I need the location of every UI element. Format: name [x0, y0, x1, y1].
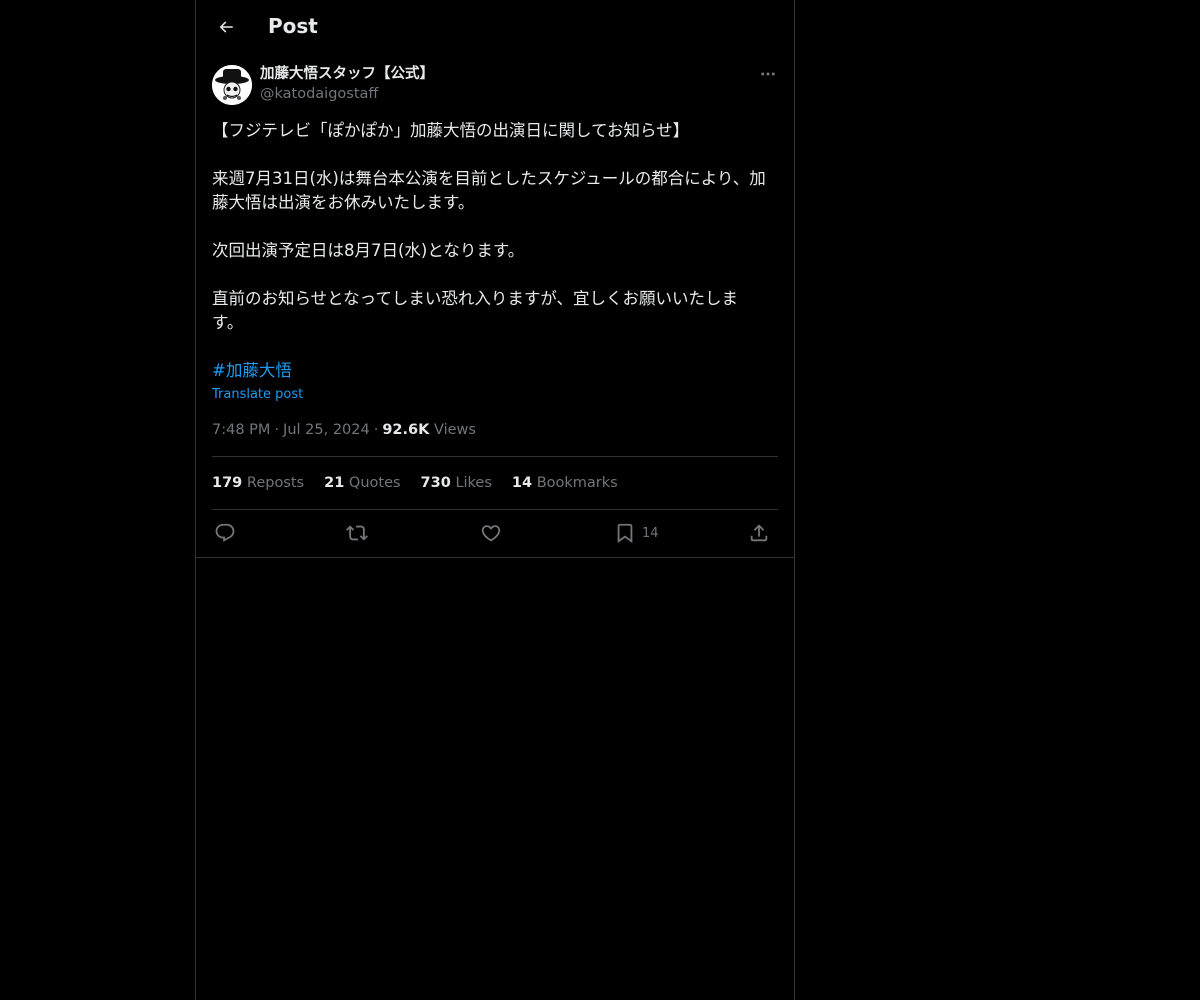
share-button[interactable] — [748, 520, 770, 546]
post-bottom-border — [196, 557, 794, 558]
back-arrow-icon — [219, 21, 233, 33]
author-handle[interactable]: @katodaigostaff — [260, 84, 434, 104]
more-options-button[interactable] — [758, 64, 778, 84]
page-title: Post — [268, 14, 318, 38]
likes-label: Likes — [455, 475, 492, 491]
tweet-line: す。 — [212, 313, 244, 332]
views-label: Views — [433, 422, 476, 438]
reposts-stat[interactable]: 179 Reposts — [212, 472, 304, 494]
back-button[interactable] — [212, 13, 240, 41]
tweet-line: 藤大悟は出演をお休みいたします。 — [212, 193, 475, 212]
tweet-line: 次回出演予定日は8月7日(水)となります。 — [212, 241, 525, 260]
author-display-name[interactable]: 加藤大悟スタッフ【公式】 — [260, 64, 434, 84]
reposts-count: 179 — [212, 475, 243, 491]
bookmark-button[interactable]: 14 — [614, 520, 659, 546]
post-column: Post 加藤大悟スタッフ【公式】 @katodaigostaff 【フジテレビ… — [195, 0, 795, 1000]
translate-post-link[interactable]: Translate post — [212, 385, 303, 405]
divider — [212, 509, 778, 510]
quotes-label: Quotes — [348, 475, 401, 491]
likes-stat[interactable]: 730 Likes — [421, 472, 492, 494]
heart-icon — [481, 525, 501, 542]
bookmarks-stat[interactable]: 14 Bookmarks — [512, 472, 618, 494]
repost-button[interactable] — [346, 520, 368, 546]
views-count: 92.6K — [382, 422, 430, 438]
quotes-stat[interactable]: 21 Quotes — [324, 472, 400, 494]
divider — [212, 456, 778, 457]
post-header: Post — [196, 0, 794, 54]
reposts-label: Reposts — [246, 475, 305, 491]
tweet-line — [212, 143, 780, 167]
tweet-line — [212, 335, 780, 359]
reply-button[interactable] — [214, 520, 236, 546]
avatar-image — [212, 65, 252, 105]
share-icon — [750, 524, 768, 542]
engagement-stats: 179 Reposts 21 Quotes 730 Likes 14 Bookm… — [212, 472, 638, 494]
author-names: 加藤大悟スタッフ【公式】 @katodaigostaff — [260, 64, 434, 104]
tweet-line: 来週7月31日(水)は舞台本公演を目前としたスケジュールの都合により、加 — [212, 169, 766, 188]
bookmarks-label: Bookmarks — [536, 475, 618, 491]
post-meta: 7:48 PM · Jul 25, 2024 · 92.6K Views — [212, 419, 476, 441]
reply-icon — [215, 523, 235, 542]
likes-count: 730 — [420, 475, 451, 491]
post-date[interactable]: Jul 25, 2024 — [283, 422, 370, 438]
action-bar: 14 — [212, 520, 778, 546]
tweet-line — [212, 215, 780, 239]
bookmark-action-count: 14 — [642, 525, 659, 541]
quotes-count: 21 — [324, 475, 345, 491]
post-time[interactable]: 7:48 PM — [212, 422, 270, 438]
tweet-text: 【フジテレビ「ぽかぽか」加藤大悟の出演日に関してお知らせ】 来週7月31日(水)… — [212, 119, 780, 383]
tweet-line — [212, 263, 780, 287]
tweet-line: 【フジテレビ「ぽかぽか」加藤大悟の出演日に関してお知らせ】 — [212, 121, 690, 140]
more-icon — [761, 72, 775, 76]
bookmark-icon — [617, 523, 633, 544]
tweet-line: 直前のお知らせとなってしまい恐れ入りますが、宜しくお願いいたしま — [212, 289, 739, 308]
meta-separator: · — [373, 422, 379, 438]
hashtag-link[interactable]: #加藤大悟 — [212, 361, 292, 380]
author-row: 加藤大悟スタッフ【公式】 @katodaigostaff — [212, 64, 778, 106]
repost-icon — [346, 525, 368, 541]
meta-separator: · — [274, 422, 280, 438]
avatar[interactable] — [212, 65, 252, 105]
bookmarks-count: 14 — [511, 475, 533, 491]
like-button[interactable] — [480, 520, 502, 546]
